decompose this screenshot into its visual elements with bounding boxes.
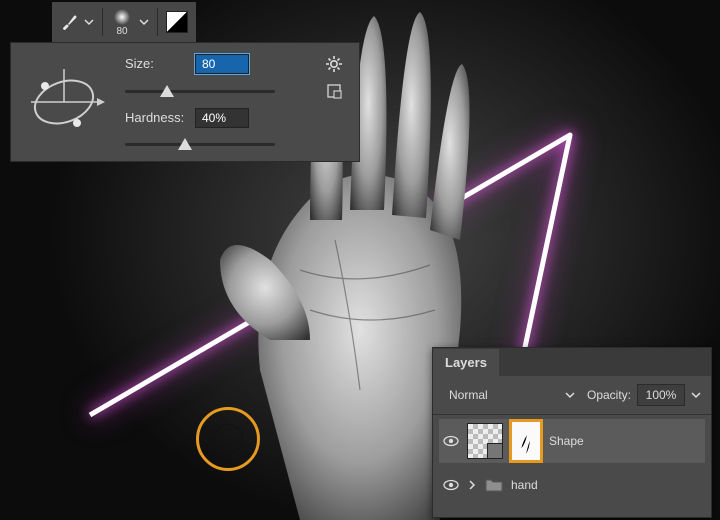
layer-row-shape[interactable]: Shape [439,419,705,463]
layer-row-hand-group[interactable]: hand [439,463,705,507]
layer-name[interactable]: hand [511,478,538,492]
brush-preset-preview[interactable]: 80 [111,8,133,37]
separator [102,8,103,36]
size-label: Size: [125,56,185,71]
gear-icon[interactable] [321,55,347,73]
brush-icon[interactable] [60,13,78,31]
layer-mask-thumbnail[interactable] [511,421,541,461]
opacity-label: Opacity: [587,388,631,402]
brush-size-label: 80 [116,27,127,37]
chevron-down-icon[interactable] [691,390,701,400]
chevron-down-icon[interactable] [139,17,149,27]
tab-label: Layers [445,355,487,370]
layer-list: Shape hand [433,415,711,517]
hardness-value: 40% [202,111,226,125]
separator [157,8,158,36]
layer-thumbnail[interactable] [467,423,503,459]
panel-tab-bar: Layers [433,348,711,376]
hardness-input[interactable]: 40% [195,108,249,128]
blend-mode-select[interactable]: Normal [443,388,581,402]
brush-angle-control[interactable] [23,61,105,143]
new-preset-icon[interactable] [326,83,342,99]
opacity-value: 100% [646,388,677,402]
visibility-eye-icon[interactable] [443,477,459,493]
folder-icon [485,478,503,492]
tab-layers[interactable]: Layers [433,349,499,376]
size-value: 80 [202,57,215,71]
size-input[interactable]: 80 [195,54,249,74]
brush-cursor-circle [213,424,243,454]
mask-mode-icon[interactable] [166,11,188,33]
size-slider[interactable] [125,84,275,98]
opacity-input[interactable]: 100% [637,384,685,406]
brush-settings-popover: Size: 80 Hardness: 40% [10,42,360,162]
hardness-slider[interactable] [125,137,275,151]
blend-mode-value: Normal [449,388,488,402]
chevron-down-icon[interactable] [84,17,94,27]
chevron-down-icon [565,390,575,400]
visibility-eye-icon[interactable] [443,433,459,449]
expand-caret-icon[interactable] [467,480,477,490]
soft-round-icon [111,8,133,26]
layer-name[interactable]: Shape [549,434,584,448]
tool-options-bar: 80 [52,2,196,42]
layers-panel: Layers Normal Opacity: 100% Shape hand [432,347,712,518]
brush-cursor-marker [196,407,260,471]
hardness-label: Hardness: [125,110,185,125]
